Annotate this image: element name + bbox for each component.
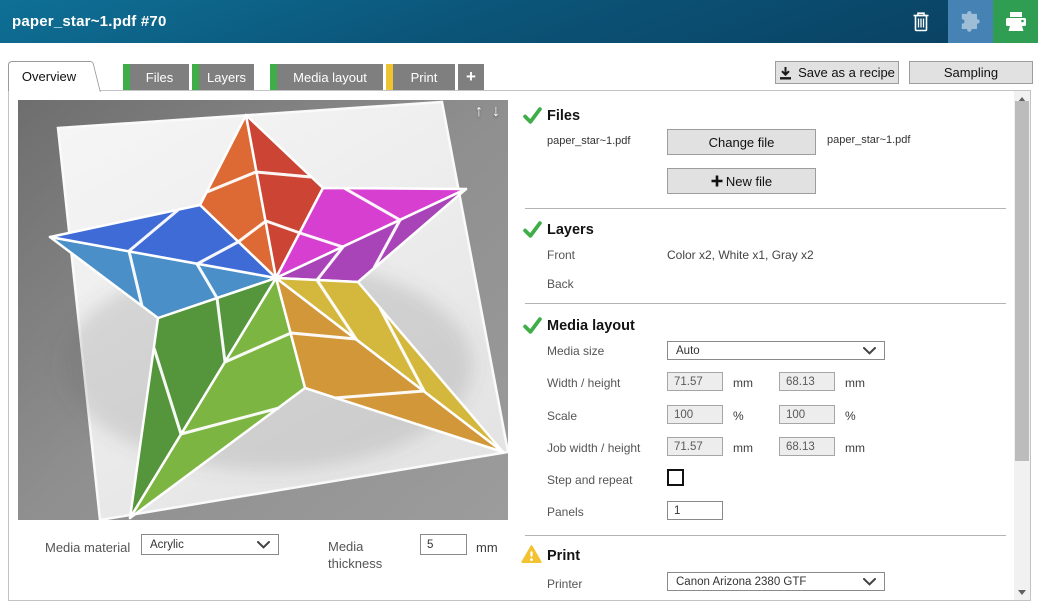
- back-label: Back: [547, 277, 574, 291]
- job-title: paper_star~1.pdf #70: [12, 0, 167, 43]
- new-file-button[interactable]: New file: [667, 168, 816, 194]
- plus-icon: [711, 175, 723, 187]
- delete-job-button[interactable]: [898, 0, 944, 43]
- printer-value: Canon Arizona 2380 GTF: [676, 576, 806, 588]
- scale-y-input: [779, 405, 835, 424]
- scrollbar-thumb[interactable]: [1015, 101, 1029, 461]
- media-material-value: Acrylic: [150, 539, 184, 551]
- change-file-button[interactable]: Change file: [667, 129, 816, 155]
- print-warning-icon: [521, 545, 542, 564]
- tab-files-status-indicator: [123, 64, 130, 90]
- width-unit: mm: [733, 376, 753, 390]
- scroll-down-button[interactable]: [1014, 584, 1030, 600]
- file-name-text: paper_star~1.pdf: [827, 134, 910, 146]
- job-width-input: [667, 437, 723, 456]
- print-button[interactable]: [993, 0, 1038, 43]
- media-size-label: Media size: [547, 344, 604, 358]
- change-file-label: Change file: [709, 135, 775, 150]
- job-height-unit: mm: [845, 441, 865, 455]
- section-divider: [525, 208, 1006, 209]
- chevron-down-icon: [863, 347, 876, 355]
- width-height-label: Width / height: [547, 376, 620, 390]
- chevron-down-icon: [863, 578, 876, 586]
- layers-heading: Layers: [547, 222, 594, 238]
- plus-icon: +: [466, 67, 476, 87]
- preview-move-controls: ↑ ↓: [475, 103, 500, 121]
- printer-label: Printer: [547, 577, 582, 591]
- job-height-input: [779, 437, 835, 456]
- tab-media-layout-status-indicator: [270, 64, 277, 90]
- sampling-button[interactable]: Sampling: [909, 61, 1033, 84]
- layers-ok-check-icon: [523, 220, 542, 239]
- media-thickness-label: Media thickness: [328, 538, 392, 572]
- scale-x-unit: %: [733, 409, 744, 423]
- download-icon: [779, 66, 792, 80]
- tab-overview-label: Overview: [22, 69, 76, 84]
- job-3d-preview[interactable]: ↑ ↓: [18, 100, 508, 520]
- files-ok-check-icon: [523, 106, 542, 125]
- save-as-recipe-label: Save as a recipe: [798, 65, 895, 80]
- tab-layers-label: Layers: [207, 70, 246, 85]
- job-width-height-label: Job width / height: [547, 441, 640, 455]
- tab-print-label: Print: [411, 70, 438, 85]
- files-current-file-label: paper_star~1.pdf: [547, 135, 630, 147]
- tab-print-status-indicator: [386, 64, 393, 90]
- plugin-button[interactable]: [948, 0, 993, 43]
- sampling-label: Sampling: [944, 65, 998, 80]
- media-size-dropdown[interactable]: Auto: [667, 341, 885, 360]
- save-as-recipe-button[interactable]: Save as a recipe: [775, 61, 899, 84]
- panels-label: Panels: [547, 505, 584, 519]
- height-input: [779, 372, 835, 391]
- media-size-value: Auto: [676, 345, 700, 357]
- scroll-down-arrow-icon: [1018, 590, 1026, 595]
- step-and-repeat-checkbox[interactable]: [667, 469, 684, 486]
- tab-add[interactable]: +: [458, 64, 484, 90]
- tab-files[interactable]: Files: [123, 64, 189, 90]
- front-label: Front: [547, 248, 575, 262]
- printer-dropdown[interactable]: Canon Arizona 2380 GTF: [667, 572, 885, 591]
- tab-files-label: Files: [146, 70, 173, 85]
- media-material-dropdown[interactable]: Acrylic: [141, 534, 279, 555]
- print-heading: Print: [547, 548, 580, 564]
- tab-layers[interactable]: Layers: [192, 64, 254, 90]
- trash-icon: [910, 10, 932, 34]
- section-divider: [525, 303, 1006, 304]
- media-thickness-unit: mm: [476, 540, 498, 555]
- media-layout-heading: Media layout: [547, 318, 635, 334]
- media-material-label: Media material: [45, 540, 130, 555]
- width-input: [667, 372, 723, 391]
- tab-print[interactable]: Print: [386, 64, 455, 90]
- panels-input[interactable]: [667, 501, 723, 520]
- scale-x-input: [667, 405, 723, 424]
- media-thickness-input[interactable]: [420, 534, 467, 555]
- step-and-repeat-label: Step and repeat: [547, 473, 632, 487]
- title-bar: paper_star~1.pdf #70: [0, 0, 1038, 43]
- move-up-arrow-icon[interactable]: ↑: [475, 103, 483, 121]
- tab-layers-status-indicator: [192, 64, 199, 90]
- vertical-scrollbar: [1014, 91, 1030, 600]
- scale-label: Scale: [547, 409, 577, 423]
- new-file-label: New file: [726, 174, 772, 189]
- files-heading: Files: [547, 108, 580, 124]
- puzzle-icon: [958, 9, 984, 35]
- job-width-unit: mm: [733, 441, 753, 455]
- media-layout-ok-check-icon: [523, 316, 542, 335]
- front-layers-value: Color x2, White x1, Gray x2: [667, 248, 814, 262]
- tab-media-layout-label: Media layout: [293, 70, 367, 85]
- tab-media-layout[interactable]: Media layout: [270, 64, 383, 90]
- tab-overview[interactable]: Overview: [8, 61, 90, 91]
- move-down-arrow-icon[interactable]: ↓: [492, 103, 500, 121]
- height-unit: mm: [845, 376, 865, 390]
- chevron-down-icon: [257, 541, 270, 549]
- star-render: [18, 100, 508, 520]
- scale-y-unit: %: [845, 409, 856, 423]
- printer-icon: [1003, 10, 1029, 34]
- section-divider: [525, 535, 1006, 536]
